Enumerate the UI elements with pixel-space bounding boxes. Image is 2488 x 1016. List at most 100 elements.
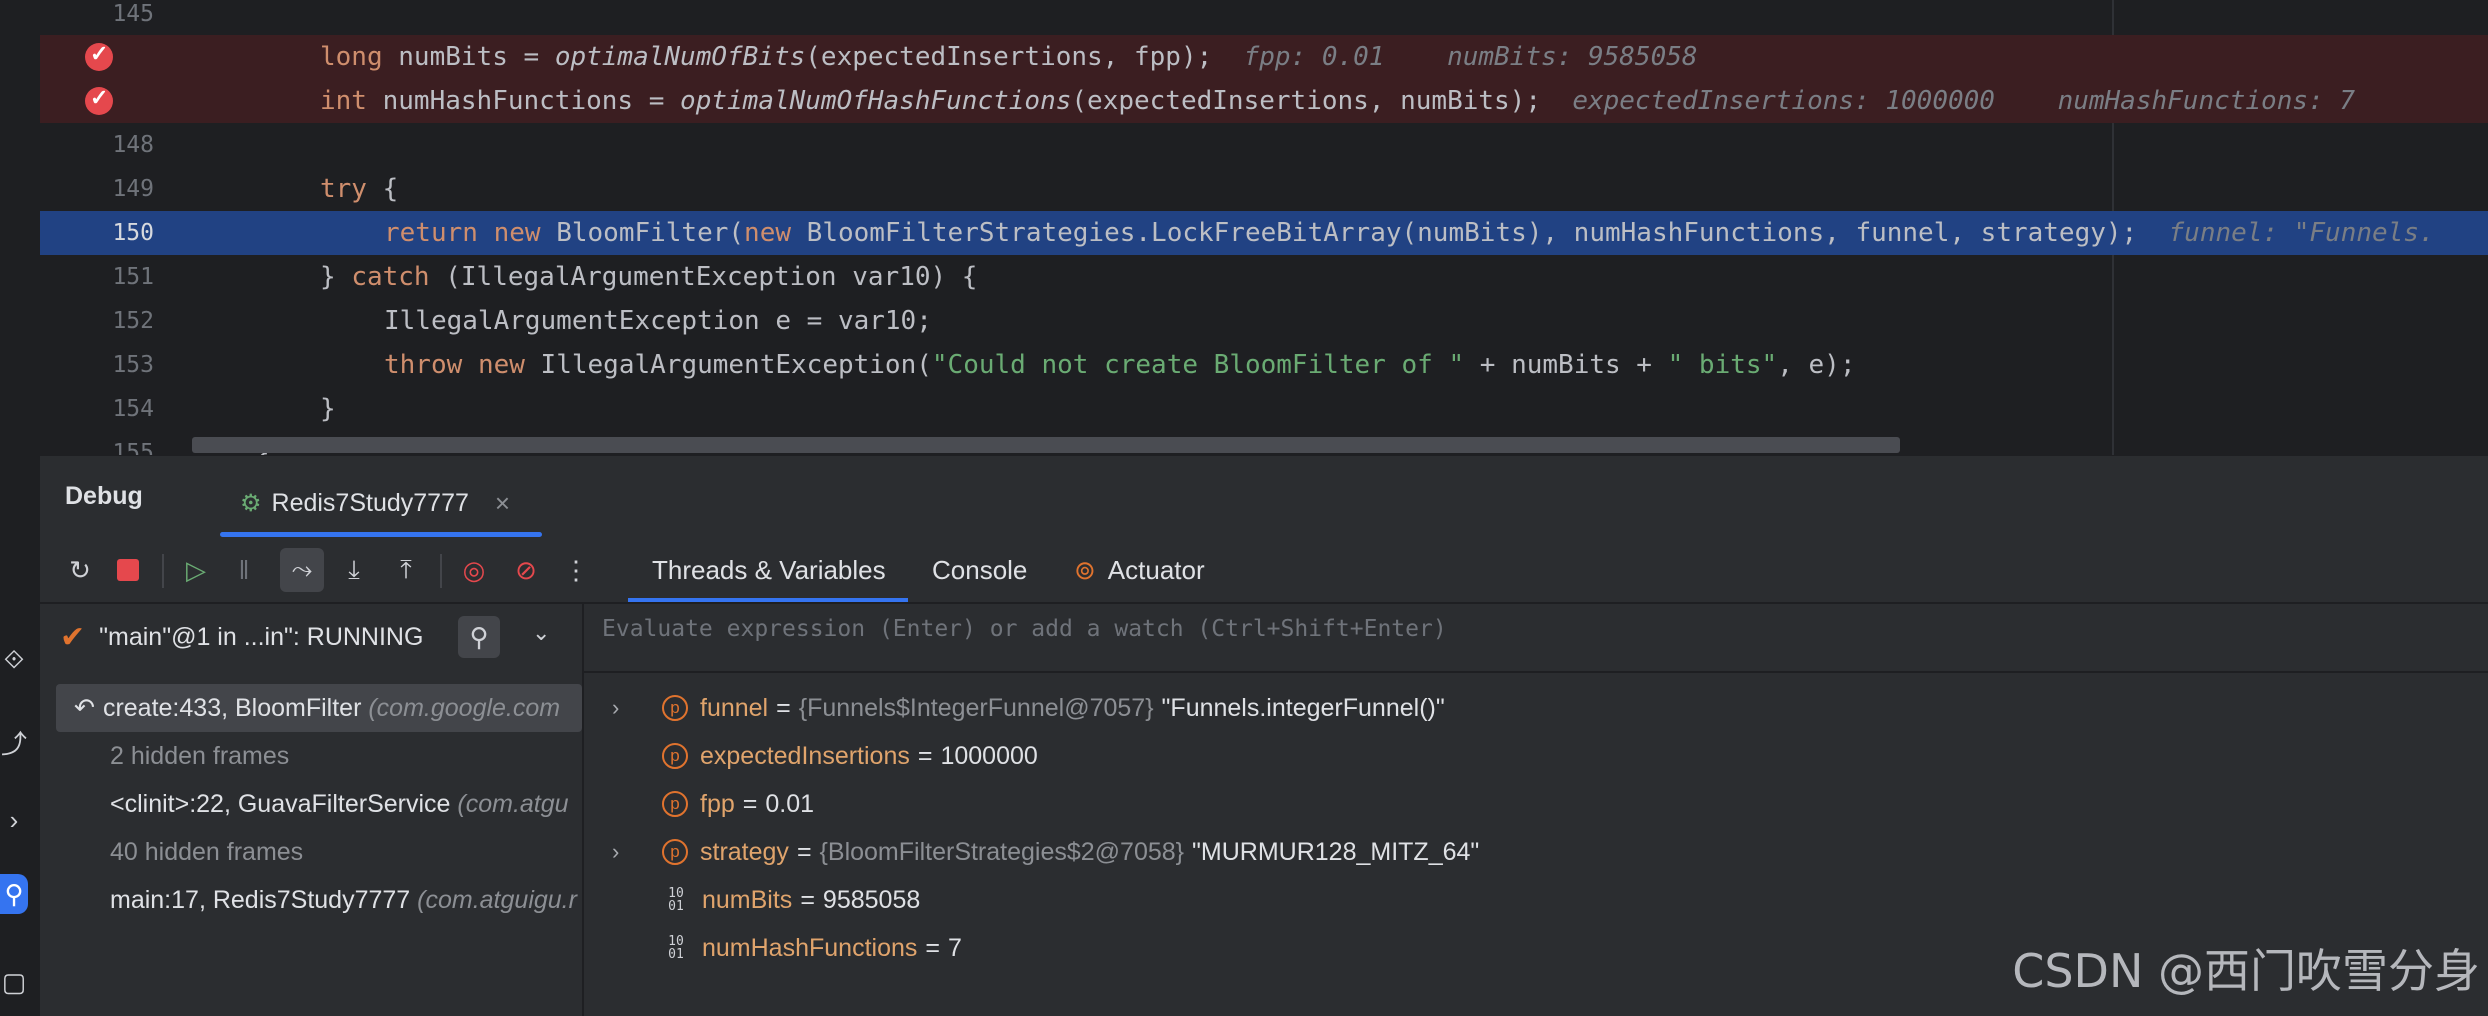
code-line: 145 bbox=[40, 0, 2488, 36]
primitive-icon: 10 01 bbox=[668, 934, 684, 962]
services-icon[interactable]: ⟐ bbox=[0, 640, 28, 680]
debug-icon[interactable]: ⚲ bbox=[0, 874, 28, 914]
variable-row[interactable]: › p strategy = {BloomFilterStrategies$2@… bbox=[612, 828, 2012, 876]
more-options-icon[interactable]: ⋮ bbox=[554, 548, 598, 592]
check-icon: ✔ bbox=[60, 620, 86, 654]
variable-value: "Funnels.integerFunnel()" bbox=[1161, 693, 1445, 722]
variable-row[interactable]: p expectedInsertions = 1000000 bbox=[612, 732, 1038, 780]
frame-method: create:433, BloomFilter bbox=[102, 694, 369, 722]
problems-icon[interactable]: ▢ bbox=[0, 962, 28, 1002]
rerun-icon[interactable]: ↻ bbox=[58, 548, 102, 592]
line-number: 152 bbox=[112, 308, 154, 334]
code-text: } bbox=[320, 394, 336, 424]
frame-method: main:17, Redis7Study7777 bbox=[110, 886, 418, 914]
evaluate-expression-input[interactable]: Evaluate expression (Enter) or add a wat… bbox=[602, 616, 1447, 642]
equals: = bbox=[925, 933, 940, 962]
code-line: 151 } catch (IllegalArgumentException va… bbox=[40, 255, 2488, 299]
debug-toolbar: ↻ ▷ ‖ ⤳ ⤓ ⤒ ◎ ⊘ ⋮ bbox=[40, 538, 2488, 602]
variable-value: 1000000 bbox=[940, 741, 1038, 770]
current-execution-line: 150 return new BloomFilter(new BloomFilt… bbox=[40, 211, 2488, 255]
code-text: IllegalArgumentException e = var10; bbox=[384, 306, 932, 336]
line-number: 149 bbox=[112, 176, 154, 202]
pause-icon[interactable]: ‖ bbox=[222, 548, 266, 592]
variable-name: numBits bbox=[702, 885, 793, 914]
breakpoint-icon[interactable] bbox=[85, 85, 113, 115]
view-breakpoints-icon[interactable]: ◎ bbox=[452, 548, 496, 592]
code-line: 153 throw new IllegalArgumentException("… bbox=[40, 343, 2488, 387]
step-out-icon[interactable]: ⤒ bbox=[384, 548, 428, 592]
horizontal-scrollbar[interactable] bbox=[192, 437, 1900, 453]
variable-type: {Funnels$IntegerFunnel@7057} bbox=[798, 693, 1154, 722]
inline-value-hint: fpp: 0.01 numBits: 9585058 bbox=[1243, 42, 1698, 72]
code-editor[interactable]: 145 long numBits = optimalNumOfBits(expe… bbox=[40, 0, 2488, 455]
filter-icon[interactable]: ⚲ bbox=[458, 616, 500, 658]
chevron-right-icon[interactable]: › bbox=[612, 839, 636, 865]
line-number: 153 bbox=[112, 352, 154, 378]
variable-value: 0.01 bbox=[765, 789, 815, 818]
code-line-breakpoint: int numHashFunctions = optimalNumOfHashF… bbox=[40, 79, 2488, 123]
variable-row[interactable]: 10 01 numBits = 9585058 bbox=[612, 876, 920, 924]
code-text: throw new IllegalArgumentException("Coul… bbox=[384, 350, 1856, 380]
chevron-down-icon[interactable]: ⌄ bbox=[532, 620, 550, 646]
stack-frame[interactable]: <clinit>:22, GuavaFilterService (com.atg… bbox=[40, 780, 652, 828]
build-icon[interactable]: ⤴ bbox=[0, 722, 28, 762]
session-bug-icon: ⚙ bbox=[240, 489, 262, 517]
tab-actuator[interactable]: ⊚ Actuator bbox=[1074, 538, 1205, 602]
hidden-frames[interactable]: 2 hidden frames bbox=[40, 732, 652, 780]
line-number: 151 bbox=[112, 264, 154, 290]
variable-row[interactable]: 10 01 numHashFunctions = 7 bbox=[612, 924, 962, 972]
resume-icon[interactable]: ▷ bbox=[174, 548, 218, 592]
step-over-icon[interactable]: ⤳ bbox=[280, 548, 324, 592]
mute-breakpoints-icon[interactable]: ⊘ bbox=[504, 548, 548, 592]
actuator-icon: ⊚ bbox=[1074, 554, 1096, 585]
code-text: int numHashFunctions = optimalNumOfHashF… bbox=[320, 86, 2355, 116]
tab-threads-variables[interactable]: Threads & Variables bbox=[652, 538, 886, 602]
variable-name: funnel bbox=[700, 693, 769, 722]
inline-value-hint: funnel: "Funnels. bbox=[2168, 218, 2435, 248]
stack-frame[interactable]: ↶ create:433, BloomFilter (com.google.com bbox=[56, 684, 582, 732]
line-number: 150 bbox=[112, 220, 154, 246]
variable-value: 9585058 bbox=[822, 885, 921, 914]
session-label: Redis7Study7777 bbox=[271, 488, 469, 517]
breakpoint-icon[interactable] bbox=[85, 41, 113, 71]
stack-frame[interactable]: main:17, Redis7Study7777 (com.atguigu.r bbox=[40, 876, 652, 924]
return-arrow-icon: ↶ bbox=[74, 694, 95, 722]
code-line-breakpoint: long numBits = optimalNumOfBits(expected… bbox=[40, 35, 2488, 79]
variable-row[interactable]: p fpp = 0.01 bbox=[612, 780, 814, 828]
code-text: try { bbox=[320, 174, 399, 204]
code-text: } catch (IllegalArgumentException var10)… bbox=[320, 262, 978, 292]
chevron-right-icon[interactable]: › bbox=[612, 695, 636, 721]
session-tab-indicator bbox=[220, 532, 542, 537]
code-text: long numBits = optimalNumOfBits(expected… bbox=[320, 42, 1698, 72]
stop-icon[interactable] bbox=[106, 548, 150, 592]
divider bbox=[584, 671, 2488, 673]
terminal-icon[interactable]: › bbox=[0, 800, 28, 840]
line-number: 154 bbox=[112, 396, 154, 422]
parameter-icon: p bbox=[662, 743, 688, 769]
equals: = bbox=[800, 885, 815, 914]
session-tab[interactable]: ⚙ Redis7Study7777 × bbox=[200, 472, 510, 534]
variable-name: expectedInsertions bbox=[700, 741, 910, 770]
thread-selector[interactable]: ✔ "main"@1 in ...in": RUNNING ⚲ ⌄ bbox=[40, 606, 582, 668]
debug-title: Debug bbox=[65, 482, 143, 510]
code-line: 149 try { bbox=[40, 167, 2488, 211]
line-number: 148 bbox=[112, 132, 154, 158]
debug-tool-window: Debug ⚙ Redis7Study7777 × ↻ ▷ ‖ ⤳ ⤓ ⤒ ◎ … bbox=[40, 455, 2488, 1016]
hidden-frames[interactable]: 40 hidden frames bbox=[40, 828, 652, 876]
tab-console[interactable]: Console bbox=[932, 538, 1027, 602]
inline-value-hint: expectedInsertions: 1000000 numHashFunct… bbox=[1572, 86, 2355, 116]
frame-method: <clinit>:22, GuavaFilterService bbox=[110, 790, 458, 818]
parameter-icon: p bbox=[662, 695, 688, 721]
variable-row[interactable]: › p funnel = {Funnels$IntegerFunnel@7057… bbox=[612, 684, 2012, 732]
tool-window-strip: ⟐ ⤴ › ⚲ ▢ bbox=[0, 0, 41, 1015]
frame-package: (com.google.com bbox=[368, 694, 561, 722]
debug-header: Debug ⚙ Redis7Study7777 × bbox=[40, 456, 2488, 537]
variable-name: strategy bbox=[700, 837, 789, 866]
close-icon[interactable]: × bbox=[495, 488, 510, 519]
tab-actuator-label: Actuator bbox=[1107, 554, 1205, 585]
primitive-icon: 10 01 bbox=[668, 886, 684, 914]
divider bbox=[40, 602, 2488, 604]
code-text: return new BloomFilter(new BloomFilterSt… bbox=[384, 218, 2435, 248]
code-line: 152 IllegalArgumentException e = var10; bbox=[40, 299, 2488, 343]
step-into-icon[interactable]: ⤓ bbox=[332, 548, 376, 592]
